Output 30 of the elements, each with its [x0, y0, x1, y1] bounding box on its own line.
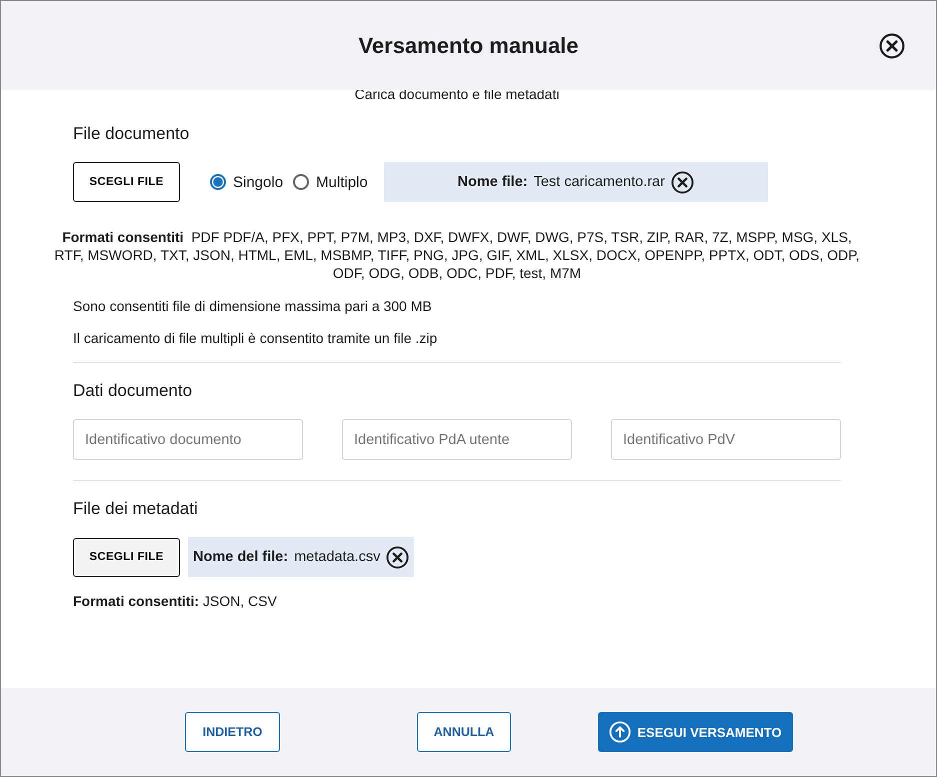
section-heading: File documento	[73, 124, 190, 144]
file-name: Test caricamento.rar	[534, 174, 665, 190]
file-label: Nome del file:	[193, 549, 288, 565]
remove-icon[interactable]	[386, 546, 410, 568]
secondary-button[interactable]: ANNULLA	[417, 712, 511, 752]
upload-icon	[609, 721, 632, 743]
remove-icon[interactable]	[670, 170, 694, 194]
info-text: Sono consentiti file di dimensione massima pari a 300 MB	[73, 298, 433, 314]
section-heading: File dei metadati	[73, 499, 199, 519]
file-label: Nome file:	[458, 174, 528, 190]
choose-file-button[interactable]: SCEGLI FILE	[73, 538, 180, 576]
input-field[interactable]: Identificativo PdA utente	[342, 419, 572, 460]
radio-button[interactable]	[210, 174, 226, 190]
window-title: Versamento manuale	[358, 32, 579, 58]
file-name: metadata.csv	[294, 549, 380, 565]
radio-label: Multiplo	[316, 174, 368, 190]
radio-button[interactable]	[293, 174, 310, 190]
radio-option[interactable]: Multiplo	[293, 174, 368, 190]
submit-button[interactable]: ESEGUI VERSAMENTO	[598, 712, 793, 752]
close-icon[interactable]	[879, 33, 905, 59]
info-text: Il caricamento di file multipli è consentito tramite un file .zip	[73, 330, 438, 346]
choose-file-button[interactable]: SCEGLI FILE	[73, 162, 180, 202]
section-heading: Dati documento	[73, 381, 194, 401]
secondary-button[interactable]: INDIETRO	[185, 712, 280, 752]
radio-option[interactable]: Singolo	[210, 174, 284, 190]
radio-label: Singolo	[233, 174, 284, 190]
input-field[interactable]: Identificativo documento	[73, 419, 303, 460]
formats-text: Formati consentiti PDF PDF/A, PFX, PPT, P7M, MP3, DXF, DWFX, DWF, DWG, P7S, TSR, ZIP, RAR, 7Z, MSPP, MSG, XLS, RTF, MSWORD, TXT, JSON, HTML, EML, MSBMP, TIFF, PNG, JPG, GIF, XML, XLSX, DOCX, OPENPP, PPTX, ODT, ODS, ODP, ODF, ODG, ODB, ODC, PDF, test, M7M	[53, 228, 861, 282]
formats-text: Formati consentiti: JSON, CSV	[73, 593, 278, 609]
input-field[interactable]: Identificativo PdV	[611, 419, 841, 460]
